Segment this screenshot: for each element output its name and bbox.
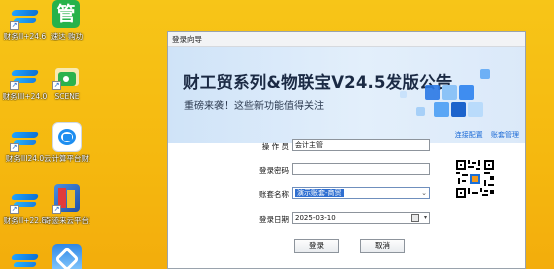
desktop-icon-caption: SCENE bbox=[54, 92, 80, 101]
banner-subtitle: 重磅来袭！这些新功能值得关注 bbox=[184, 101, 324, 112]
chevron-down-icon[interactable]: ▾ bbox=[424, 213, 427, 223]
calendar-icon[interactable] bbox=[411, 214, 419, 222]
login-date-label: 登录日期 bbox=[259, 215, 289, 224]
shortcut-arrow-icon: ↗ bbox=[10, 21, 19, 30]
account-select[interactable]: 演示账套-商贸 ⌄ bbox=[292, 187, 430, 199]
desktop-icon-ie[interactable]: ↗ 财务III+24.0 bbox=[2, 60, 48, 101]
operator-label: 操 作 员 bbox=[261, 142, 289, 151]
cloud-app-icon bbox=[52, 122, 82, 152]
desktop-icon-caption: 财务III24.0 bbox=[5, 154, 45, 163]
dialog-title: 登录向导 bbox=[168, 32, 525, 47]
password-field[interactable] bbox=[292, 163, 430, 175]
ie-icon: ↗ bbox=[10, 0, 40, 30]
cancel-button[interactable]: 取消 bbox=[360, 239, 405, 253]
shortcut-arrow-icon: ↗ bbox=[52, 81, 61, 90]
desktop-icon-rain[interactable]: ↗ 奇迹来云平台工工贸 bbox=[44, 184, 90, 225]
guan-app-icon: 管 bbox=[52, 0, 82, 30]
qr-code-icon bbox=[456, 160, 494, 198]
login-date-field[interactable]: 2025-03-10 ▾ bbox=[292, 212, 430, 224]
login-date-value: 2025-03-10 bbox=[295, 214, 336, 222]
ie-icon: ↗ bbox=[10, 60, 40, 90]
ie-icon bbox=[10, 244, 40, 269]
operator-field[interactable]: 会计主管 bbox=[292, 139, 430, 151]
account-label: 账套名称 bbox=[259, 190, 289, 199]
desktop-icon-scene[interactable]: ↗ SCENE bbox=[44, 60, 90, 101]
desktop-icon-caption: 奇迹来云平台工工贸 bbox=[44, 216, 90, 225]
ie-icon: ↗ bbox=[10, 184, 40, 214]
announcement-banner[interactable]: 财工贸系列&物联宝V24.5发版公告 重磅来袭！这些新功能值得关注 bbox=[168, 47, 525, 143]
shortcut-arrow-icon: ↗ bbox=[10, 81, 19, 90]
login-dialog: 登录向导 财工贸系列&物联宝V24.5发版公告 重磅来袭！这些新功能值得关注 连… bbox=[167, 31, 526, 269]
banner-title: 财工贸系列&物联宝V24.5发版公告 bbox=[183, 73, 453, 92]
shortcut-arrow-icon: ↗ bbox=[10, 143, 19, 152]
chevron-down-icon[interactable]: ⌄ bbox=[421, 188, 427, 198]
desktop-icon-ie[interactable] bbox=[2, 244, 48, 269]
sky-app-icon bbox=[52, 244, 82, 269]
scene-app-icon: ↗ bbox=[52, 60, 82, 90]
desktop-icon-caption: 财务III+24.0 bbox=[2, 92, 48, 101]
desktop-icon-caption: 速达·购功 bbox=[50, 32, 84, 41]
desktop-icon-caption: 财务II+24.6 bbox=[3, 32, 47, 41]
rain-app-icon: ↗ bbox=[52, 184, 82, 214]
desktop-icon-caption: 云计算平台财工贸 bbox=[44, 154, 90, 163]
login-button[interactable]: 登录 bbox=[294, 239, 339, 253]
dialog-links: 连接配置 账套管理 bbox=[449, 130, 519, 140]
connection-config-link[interactable]: 连接配置 bbox=[455, 131, 483, 139]
desktop-icon-ie[interactable]: ↗ 财务II+24.6 bbox=[2, 0, 48, 41]
desktop-icon-ie[interactable]: ↗ 财务II+22.8 bbox=[2, 184, 48, 225]
account-management-link[interactable]: 账套管理 bbox=[491, 131, 519, 139]
password-label: 登录密码 bbox=[259, 166, 289, 175]
desktop-icon-guan[interactable]: 管 速达·购功 bbox=[44, 0, 90, 41]
desktop-icon-sky[interactable] bbox=[44, 244, 90, 269]
shortcut-arrow-icon: ↗ bbox=[52, 205, 61, 214]
desktop-icon-ie[interactable]: ↗ 财务III24.0 bbox=[2, 122, 48, 163]
desktop-icon-cloud[interactable]: 云计算平台财工贸 bbox=[44, 122, 90, 163]
shortcut-arrow-icon: ↗ bbox=[10, 205, 19, 214]
desktop-icon-caption: 财务II+22.8 bbox=[3, 216, 47, 225]
account-selected-value: 演示账套-商贸 bbox=[295, 189, 344, 197]
ie-icon: ↗ bbox=[10, 122, 40, 152]
